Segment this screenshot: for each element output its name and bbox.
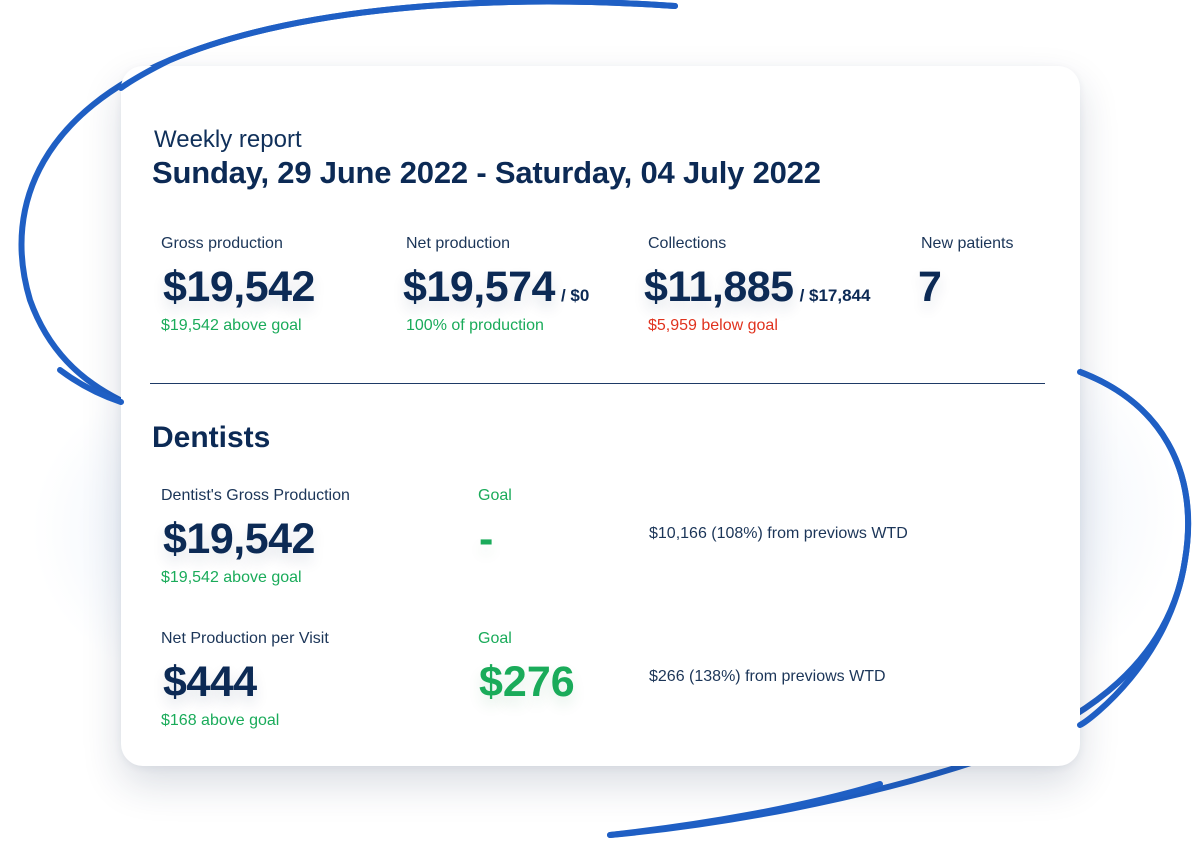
new-patients-value: 7 <box>918 263 942 311</box>
gross-production-note: $19,542 above goal <box>161 317 302 334</box>
net-production-per-visit-value: $444 <box>163 658 257 706</box>
net-production-value: $19,574 / $0 <box>403 263 589 312</box>
collections-value: $11,885 / $17,844 <box>644 263 870 312</box>
collections-amount: $11,885 <box>644 263 794 311</box>
net-per-visit-goal-value: $276 <box>479 658 575 706</box>
dentists-section-title: Dentists <box>152 421 271 454</box>
report-date-range: Sunday, 29 June 2022 - Saturday, 04 July… <box>152 155 821 190</box>
dentist-gross-production-label: Dentist's Gross Production <box>161 487 350 504</box>
dentist-gross-comparison: $10,166 (108%) from previows WTD <box>649 525 908 542</box>
gross-production-label: Gross production <box>161 235 283 252</box>
collections-label: Collections <box>648 235 727 252</box>
net-production-label: Net production <box>406 235 511 252</box>
collections-denominator: / $17,844 <box>799 286 871 305</box>
net-per-visit-goal-label: Goal <box>478 630 512 647</box>
dentist-gross-production-value: $19,542 <box>163 515 315 563</box>
gross-production-value: $19,542 <box>163 263 315 311</box>
dentist-gross-production-note: $19,542 above goal <box>161 569 302 586</box>
weekly-report-card: Weekly report Sunday, 29 June 2022 - Sat… <box>121 66 1080 766</box>
net-production-amount: $19,574 <box>403 263 555 311</box>
net-per-visit-comparison: $266 (138%) from previows WTD <box>649 668 886 685</box>
collections-note: $5,959 below goal <box>648 317 778 334</box>
dentist-gross-goal-value: - <box>479 515 494 563</box>
net-production-per-visit-note: $168 above goal <box>161 712 280 729</box>
dentist-gross-goal-label: Goal <box>478 487 512 504</box>
net-production-denominator: / $0 <box>560 286 590 305</box>
net-production-per-visit-label: Net Production per Visit <box>161 630 329 647</box>
section-divider <box>150 383 1045 384</box>
new-patients-label: New patients <box>921 235 1014 252</box>
net-production-note: 100% of production <box>406 317 544 334</box>
report-label: Weekly report <box>154 126 302 153</box>
